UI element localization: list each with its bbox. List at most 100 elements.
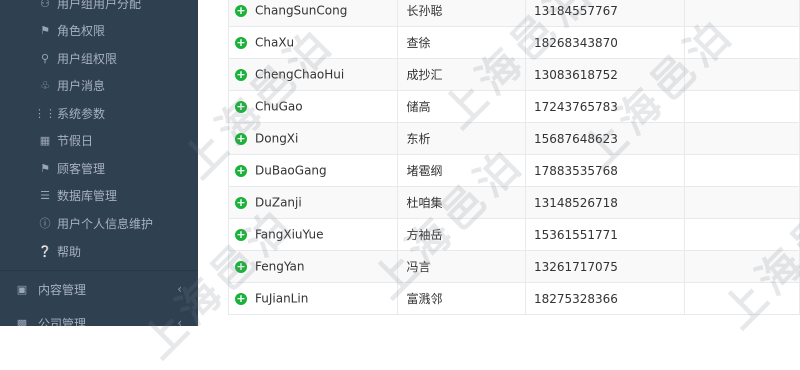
table-row[interactable]: + ChaXu 查徐 18268343870 [227, 26, 800, 59]
empty-cell [683, 218, 800, 251]
expand-plus-icon[interactable]: + [235, 132, 247, 145]
expand-plus-icon[interactable]: + [235, 68, 247, 81]
empty-cell [683, 0, 800, 27]
sidebar-item-system-params[interactable]: ⋮⋮ 系统参数 [0, 99, 198, 127]
expand-plus-icon[interactable]: + [235, 228, 247, 241]
name-cell: 富溅邻 [397, 282, 526, 315]
phone-cell: 15361551771 [524, 218, 685, 251]
sidebar-item-user-group-assign[interactable]: ⚇ 用户组用户分配 [0, 0, 198, 17]
login-cell: + ChangSunCong [227, 0, 399, 27]
sidebar-item-profile[interactable]: ⓘ 用户个人信息维护 [0, 209, 198, 237]
login-name: DuZanji [255, 195, 302, 210]
sidebar-item-label: 用户消息 [57, 78, 106, 93]
expand-plus-icon[interactable]: + [235, 260, 247, 273]
phone-cell: 13148526718 [524, 186, 685, 219]
sidebar-item-help[interactable]: ❔ 帮助 [0, 237, 198, 265]
display-name: 成抄汇 [406, 68, 443, 82]
expand-plus-icon[interactable]: + [235, 100, 247, 113]
display-name: 东析 [406, 132, 431, 146]
empty-cell [683, 186, 800, 219]
main-content: + ChangSunCong 长孙聪 13184557767 + ChaXu 查徐 18268… [198, 0, 800, 326]
login-cell: + FangXiuYue [227, 218, 399, 251]
expand-plus-icon[interactable]: + [235, 36, 247, 49]
display-name: 冯言 [406, 260, 431, 274]
sidebar-item-group-permissions[interactable]: ⚲ 用户组权限 [0, 44, 198, 72]
sidebar-section-company[interactable]: ▩ 公司管理 ‹ [0, 309, 198, 326]
database-icon: ☰ [40, 188, 50, 202]
empty-cell [683, 90, 800, 123]
table-row[interactable]: + FengYan 冯言 13261717075 [227, 250, 800, 283]
sidebar-section-content[interactable]: ▣ 内容管理 ‹ [0, 275, 198, 303]
login-cell: + ChuGao [227, 90, 399, 123]
phone-cell: 18275328366 [524, 282, 685, 315]
phone-cell: 18268343870 [524, 26, 685, 59]
sidebar-item-label: 用户组权限 [57, 51, 118, 66]
phone-number: 17883535768 [533, 163, 618, 178]
table-row[interactable]: + ChengChaoHui 成抄汇 13083618752 [227, 58, 800, 91]
phone-number: 13148526718 [533, 195, 618, 210]
empty-cell [683, 282, 800, 315]
building-icon: ▩ [16, 316, 28, 327]
login-name: ChangSunCong [255, 3, 348, 18]
login-name: FengYan [255, 259, 305, 274]
sidebar-item-label: 帮助 [57, 244, 82, 259]
phone-cell: 17883535768 [524, 154, 685, 187]
sidebar-item-label: 顾客管理 [57, 161, 106, 176]
empty-cell [683, 122, 800, 155]
table-row[interactable]: + DuZanji 杜咱集 13148526718 [227, 186, 800, 219]
phone-cell: 13184557767 [524, 0, 685, 27]
sidebar-item-customers[interactable]: ⚑ 顾客管理 [0, 154, 198, 182]
login-cell: + DuZanji [227, 186, 399, 219]
expand-plus-icon[interactable]: + [235, 4, 247, 17]
table-row[interactable]: + DuBaoGang 堵雹纲 17883535768 [227, 154, 800, 187]
sliders-icon: ⋮⋮ [34, 106, 56, 120]
name-cell: 堵雹纲 [397, 154, 526, 187]
expand-plus-icon[interactable]: + [235, 164, 247, 177]
phone-number: 15687648623 [533, 131, 618, 146]
sidebar-item-database[interactable]: ☰ 数据库管理 [0, 181, 198, 209]
table-row[interactable]: + ChangSunCong 长孙聪 13184557767 [227, 0, 800, 27]
name-cell: 查徐 [397, 26, 526, 59]
phone-number: 18268343870 [533, 35, 618, 50]
empty-cell [683, 58, 800, 91]
login-name: ChuGao [255, 99, 303, 114]
login-name: FuJianLin [255, 291, 309, 306]
name-cell: 冯言 [397, 250, 526, 283]
sidebar-item-label: 用户个人信息维护 [57, 216, 154, 231]
chevron-left-icon: ‹ [177, 316, 182, 326]
expand-plus-icon[interactable]: + [235, 196, 247, 209]
login-cell: + FengYan [227, 250, 399, 283]
users-icon: ⚇ [40, 0, 50, 10]
table-row[interactable]: + FuJianLin 富溅邻 18275328366 [227, 282, 800, 315]
name-cell: 东析 [397, 122, 526, 155]
expand-plus-icon[interactable]: + [235, 292, 247, 305]
help-icon: ❔ [38, 244, 52, 258]
phone-cell: 15687648623 [524, 122, 685, 155]
sidebar-item-label: 角色权限 [57, 23, 106, 38]
phone-number: 17243765783 [533, 99, 618, 114]
login-cell: + DuBaoGang [227, 154, 399, 187]
table-row[interactable]: + DongXi 东析 15687648623 [227, 122, 800, 155]
table-row[interactable]: + FangXiuYue 方袖岳 15361551771 [227, 218, 800, 251]
display-name: 富溅邻 [406, 292, 443, 306]
empty-cell [683, 26, 800, 59]
name-cell: 储高 [397, 90, 526, 123]
chevron-left-icon: ‹ [177, 282, 182, 296]
display-name: 杜咱集 [406, 196, 443, 210]
phone-cell: 13083618752 [524, 58, 685, 91]
info-icon: ⓘ [39, 217, 51, 230]
table-row[interactable]: + ChuGao 储高 17243765783 [227, 90, 800, 123]
login-name: DuBaoGang [255, 163, 327, 178]
name-cell: 杜咱集 [397, 186, 526, 219]
picture-icon: ▣ [16, 282, 28, 296]
login-cell: + DongXi [227, 122, 399, 155]
sidebar-item-user-messages[interactable]: ♧ 用户消息 [0, 71, 198, 99]
display-name: 储高 [406, 100, 431, 114]
sidebar-item-holidays[interactable]: ▦ 节假日 [0, 126, 198, 154]
bell-icon: ♧ [40, 78, 50, 92]
sidebar: ⚇ 用户组用户分配 ⚑ 角色权限 ⚲ 用户组权限 ♧ 用户消息 ⋮⋮ 系统参数 … [0, 0, 198, 326]
sidebar-item-label: 数据库管理 [57, 188, 118, 203]
flag-icon: ⚑ [40, 161, 50, 175]
sidebar-item-role-permissions[interactable]: ⚑ 角色权限 [0, 16, 198, 44]
login-name: ChaXu [255, 35, 295, 50]
